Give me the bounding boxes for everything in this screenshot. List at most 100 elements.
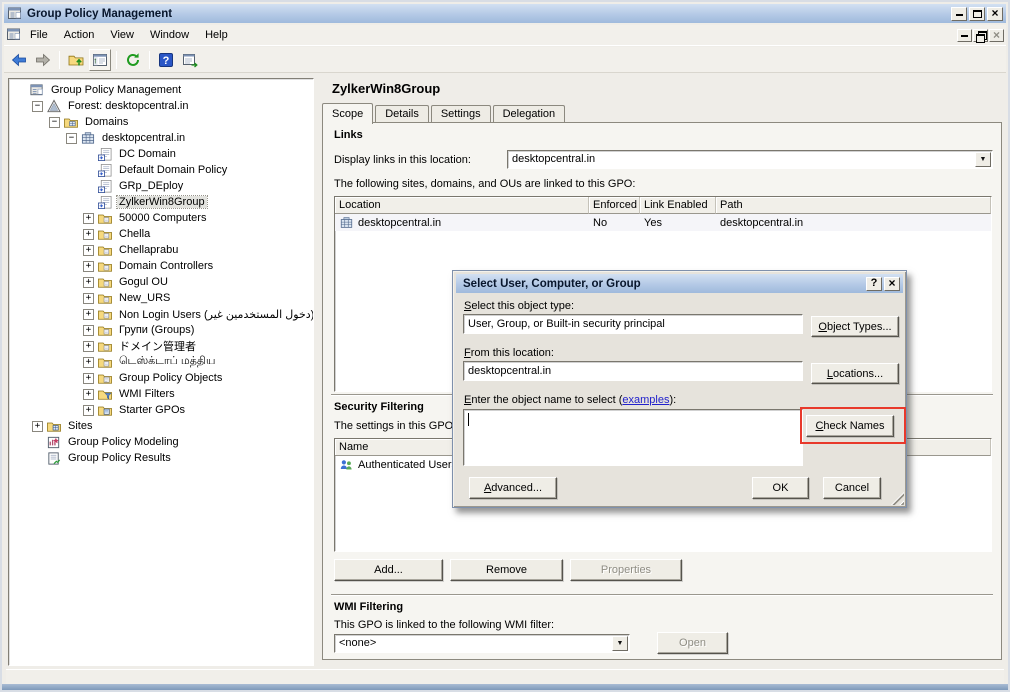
open-button[interactable]: Open [657, 632, 728, 654]
text-cursor [468, 413, 469, 426]
domains-folder-icon [63, 115, 79, 130]
back-button[interactable] [8, 49, 30, 71]
tree-item[interactable]: +Sites [9, 418, 313, 434]
gpo-icon [97, 147, 113, 162]
tab-details[interactable]: Details [375, 105, 429, 123]
tree-item[interactable]: +Non Login Users (دخول المستخدمين غير) [9, 306, 313, 322]
tree-item-label: Group Policy Management [49, 84, 183, 96]
console-tree: Group Policy Management −Forest: desktopc… [8, 78, 314, 666]
minimize-button[interactable] [957, 29, 972, 42]
add-button[interactable]: Add... [334, 559, 443, 581]
tree-item[interactable]: +ドメイン管理者 [9, 338, 313, 354]
up-one-level-button[interactable] [65, 49, 87, 71]
tree-item[interactable]: Group Policy Management [9, 82, 313, 98]
tree-item[interactable]: +Starter GPOs [9, 402, 313, 418]
object-name-textbox[interactable] [463, 409, 803, 466]
expand-toggle[interactable]: + [83, 213, 94, 224]
expand-toggle[interactable]: + [83, 373, 94, 384]
from-location-field[interactable]: desktopcentral.in [463, 361, 803, 381]
expand-toggle[interactable]: + [83, 389, 94, 400]
close-button[interactable]: × [989, 29, 1004, 42]
cell-link_enabled: Yes [640, 217, 716, 229]
expand-toggle[interactable]: + [83, 325, 94, 336]
gpo-icon [97, 163, 113, 178]
examples-link[interactable]: examples [622, 394, 669, 406]
expand-toggle[interactable]: + [83, 309, 94, 320]
object-types-button[interactable]: Object Types... [811, 316, 899, 337]
maximize-button[interactable] [969, 7, 985, 21]
tree-item[interactable]: +டெஸ்க்டாப் மத்திய [9, 354, 313, 370]
menu-view[interactable]: View [102, 26, 142, 44]
tree-item[interactable]: Default Domain Policy [9, 162, 313, 178]
tree-item[interactable]: −Forest: desktopcentral.in [9, 98, 313, 114]
restore-button[interactable] [973, 29, 988, 42]
tree-item[interactable]: + Domain Controllers [9, 258, 313, 274]
object-type-field[interactable]: User, Group, or Built-in security princi… [463, 314, 803, 334]
window-controls: × [951, 7, 1003, 21]
column-header-location[interactable]: Location [335, 197, 589, 214]
expand-toggle[interactable]: + [83, 405, 94, 416]
advanced-button[interactable]: Advanced... [469, 477, 557, 499]
tree-item[interactable]: +New_URS [9, 290, 313, 306]
tree-item[interactable]: ZylkerWin8Group [9, 194, 313, 210]
tree-item-label: Domain Controllers [117, 260, 215, 272]
chevron-down-icon[interactable]: ▼ [612, 636, 628, 651]
tree-item[interactable]: +Chella [9, 226, 313, 242]
minimize-button[interactable] [951, 7, 967, 21]
tab-scope[interactable]: Scope [322, 103, 373, 124]
location-dropdown[interactable]: desktopcentral.in ▼ [507, 150, 993, 169]
close-button[interactable]: × [884, 277, 900, 291]
help-button[interactable]: ? [866, 277, 882, 291]
tree-item[interactable]: Group Policy Results [9, 450, 313, 466]
cancel-button[interactable]: Cancel [823, 477, 881, 499]
properties-button[interactable]: Properties [570, 559, 682, 581]
ok-button[interactable]: OK [752, 477, 809, 499]
resize-grip[interactable] [891, 492, 904, 505]
expand-toggle[interactable]: + [83, 261, 94, 272]
tree-item[interactable]: +Chellaprabu [9, 242, 313, 258]
tree-item[interactable]: +Group Policy Objects [9, 370, 313, 386]
forward-button[interactable] [32, 49, 54, 71]
menu-window[interactable]: Window [142, 26, 197, 44]
menu-help[interactable]: Help [197, 26, 236, 44]
expand-toggle[interactable]: + [83, 245, 94, 256]
tree-item[interactable]: −Domains [9, 114, 313, 130]
close-button[interactable]: × [987, 7, 1003, 21]
collapse-toggle[interactable]: − [49, 117, 60, 128]
remove-button[interactable]: Remove [450, 559, 563, 581]
locations-button[interactable]: Locations... [811, 363, 899, 384]
menu-file[interactable]: File [22, 26, 56, 44]
ou-icon [97, 339, 113, 354]
expand-toggle[interactable]: + [83, 341, 94, 352]
table-row[interactable]: desktopcentral.inNoYesdesktopcentral.in [335, 214, 991, 231]
export-list-button[interactable] [179, 49, 201, 71]
close-icon: × [888, 278, 895, 289]
tree-item[interactable]: GRp_DEploy [9, 178, 313, 194]
expand-toggle[interactable]: + [83, 277, 94, 288]
menu-action[interactable]: Action [56, 26, 103, 44]
help-button[interactable]: ? [155, 49, 177, 71]
tree-item[interactable]: +50000 Computers [9, 210, 313, 226]
chevron-down-icon[interactable]: ▼ [975, 152, 991, 167]
column-header-link-enabled[interactable]: Link Enabled [640, 197, 716, 214]
tree-item[interactable]: −desktopcentral.in [9, 130, 313, 146]
wmi-filter-dropdown[interactable]: <none> ▼ [334, 634, 630, 653]
expand-toggle[interactable]: + [83, 293, 94, 304]
tree-item[interactable]: Group Policy Modeling [9, 434, 313, 450]
tab-settings[interactable]: Settings [431, 105, 491, 123]
modeling-icon [46, 435, 62, 450]
collapse-toggle[interactable]: − [32, 101, 43, 112]
tree-item[interactable]: DC Domain [9, 146, 313, 162]
column-header-path[interactable]: Path [716, 197, 991, 214]
refresh-button[interactable] [122, 49, 144, 71]
tree-item[interactable]: +WMI Filters [9, 386, 313, 402]
console-window-button[interactable] [89, 49, 111, 71]
tree-item[interactable]: +Групи (Groups) [9, 322, 313, 338]
tab-delegation[interactable]: Delegation [493, 105, 566, 123]
expand-toggle[interactable]: + [32, 421, 43, 432]
expand-toggle[interactable]: + [83, 357, 94, 368]
expand-toggle[interactable]: + [83, 229, 94, 240]
collapse-toggle[interactable]: − [66, 133, 77, 144]
column-header-enforced[interactable]: Enforced [589, 197, 640, 214]
tree-item[interactable]: +Gogul OU [9, 274, 313, 290]
